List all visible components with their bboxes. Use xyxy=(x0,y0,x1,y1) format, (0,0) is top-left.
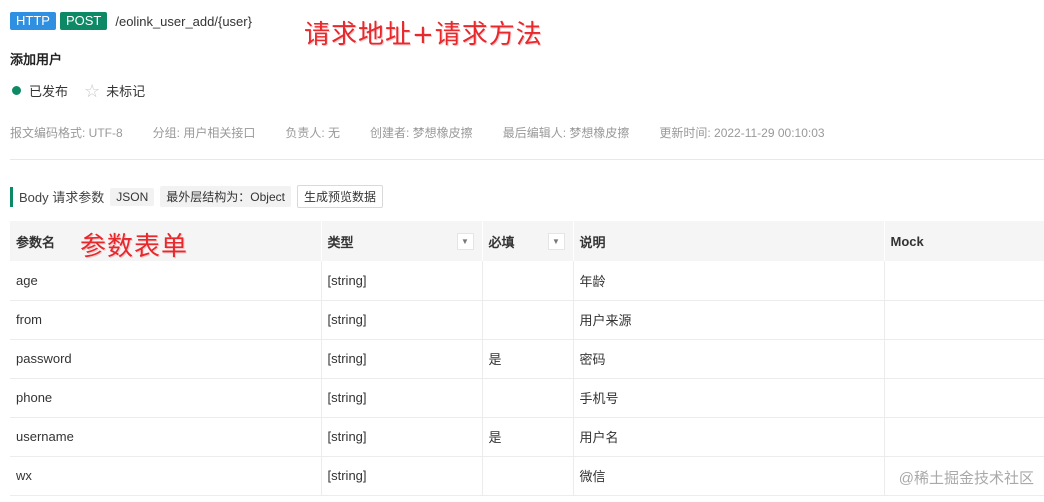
method-badge: POST xyxy=(59,12,108,30)
param-type: [string] xyxy=(321,417,483,457)
meta-owner: 负责人: 无 xyxy=(285,126,341,140)
param-type: [string] xyxy=(321,300,483,340)
param-required: 是 xyxy=(482,339,574,379)
param-mock xyxy=(884,261,1044,301)
published-dot-icon xyxy=(12,86,21,95)
param-required xyxy=(482,300,574,340)
param-type: [string] xyxy=(321,261,483,301)
section-accent-bar xyxy=(10,186,13,207)
param-required: 是 xyxy=(482,417,574,457)
param-desc: 密码 xyxy=(573,339,885,379)
endpoint-header: HTTP POST /eolink_user_add/{user} xyxy=(10,12,252,30)
mark-status[interactable]: 未标记 xyxy=(106,81,145,100)
table-row: password [string] 是 密码 xyxy=(10,339,1044,379)
param-desc: 微信 xyxy=(573,456,885,496)
param-name: password xyxy=(10,339,322,379)
meta-info: 报文编码格式: UTF-8 分组: 用户相关接口 负责人: 无 创建者: 梦想橡… xyxy=(10,124,855,141)
protocol-badge: HTTP xyxy=(10,12,56,30)
param-mock xyxy=(884,300,1044,340)
param-required xyxy=(482,261,574,301)
col-header-desc: 说明 xyxy=(573,221,885,261)
type-filter-chevron-down-icon[interactable]: ▼ xyxy=(456,233,474,250)
table-row: username [string] 是 用户名 xyxy=(10,417,1044,457)
meta-creator: 创建者: 梦想橡皮擦 xyxy=(370,126,473,140)
status-row: 已发布 ☆ 未标记 xyxy=(12,81,145,100)
api-title: 添加用户 xyxy=(10,52,63,67)
meta-encoding: 报文编码格式: UTF-8 xyxy=(10,126,123,140)
param-desc: 用户来源 xyxy=(573,300,885,340)
divider xyxy=(10,159,1044,160)
param-required xyxy=(482,456,574,496)
watermark: @稀土掘金技术社区 xyxy=(898,470,1034,487)
param-type: [string] xyxy=(321,456,483,496)
body-params-header: Body 请求参数 JSON 最外层结构为：Object 生成预览数据 xyxy=(10,185,383,208)
col-header-mock: Mock xyxy=(884,221,1044,261)
param-mock xyxy=(884,378,1044,418)
body-params-label: Body 请求参数 xyxy=(19,190,105,205)
meta-updated: 更新时间: 2022-11-29 00:10:03 xyxy=(659,126,825,140)
param-name: age xyxy=(10,261,322,301)
param-type: [string] xyxy=(321,339,483,379)
param-desc: 年龄 xyxy=(573,261,885,301)
col-header-required: 必填 ▼ xyxy=(482,221,574,261)
table-row: from [string] 用户来源 xyxy=(10,300,1044,340)
param-type: [string] xyxy=(321,378,483,418)
param-name: phone xyxy=(10,378,322,418)
generate-preview-button[interactable]: 生成预览数据 xyxy=(296,185,383,208)
param-mock xyxy=(884,417,1044,457)
endpoint-path: /eolink_user_add/{user} xyxy=(115,13,252,29)
col-header-type: 类型 ▼ xyxy=(321,221,483,261)
param-desc: 手机号 xyxy=(573,378,885,418)
required-filter-chevron-down-icon[interactable]: ▼ xyxy=(547,233,565,250)
table-row: age [string] 年龄 xyxy=(10,261,1044,301)
annotation-param-form: 参数表单 xyxy=(80,232,189,262)
param-desc: 用户名 xyxy=(573,417,885,457)
param-name: wx xyxy=(10,456,322,496)
star-icon[interactable]: ☆ xyxy=(84,82,100,100)
annotation-request-address: 请求地址+请求方法 xyxy=(304,20,543,50)
param-name: username xyxy=(10,417,322,457)
structure-tag: 最外层结构为：Object xyxy=(160,186,291,207)
table-row: wx [string] 微信 xyxy=(10,456,1044,496)
published-status: 已发布 xyxy=(29,84,69,99)
param-mock xyxy=(884,339,1044,379)
param-required xyxy=(482,378,574,418)
table-row: phone [string] 手机号 xyxy=(10,378,1044,418)
meta-group: 分组: 用户相关接口 xyxy=(152,126,256,140)
meta-last-editor: 最后编辑人: 梦想橡皮擦 xyxy=(502,126,630,140)
param-name: from xyxy=(10,300,322,340)
format-tag: JSON xyxy=(110,187,155,206)
